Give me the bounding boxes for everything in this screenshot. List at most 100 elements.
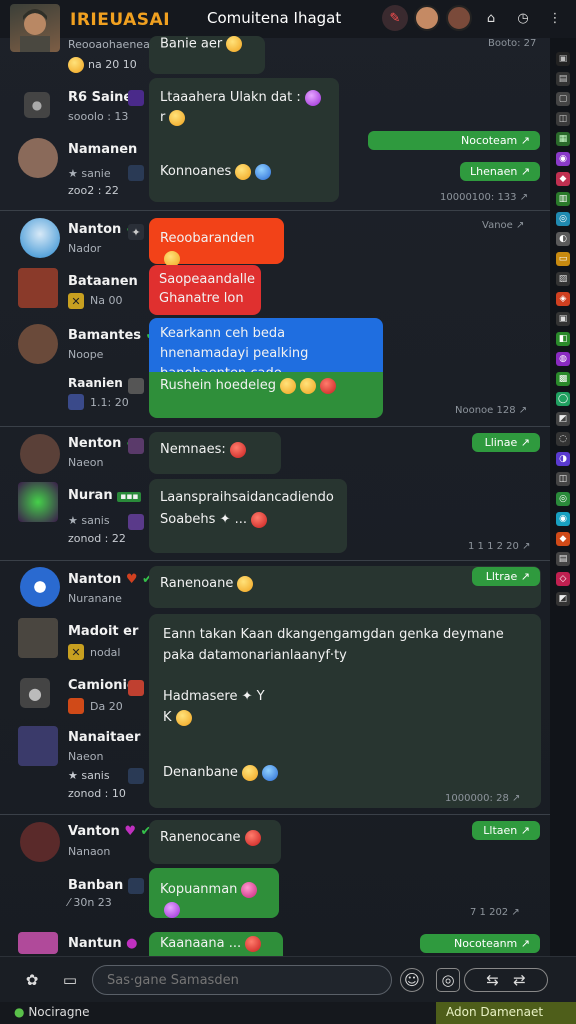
message-bubble: Kearkann ceh beda hnenamadayi pealking b… [149,318,383,381]
rail-icon-14[interactable]: ▣ [556,312,570,326]
top-icons: ✎ ⌂ ◷ ⋮ [382,5,568,31]
rail-icon-26[interactable]: ▤ [556,552,570,566]
message-bubble: Reoobaranden [149,218,284,267]
badge-icon [128,878,144,894]
message-input[interactable] [92,965,392,995]
clock-icon[interactable]: ◷ [510,5,536,31]
status-pill[interactable]: Nocoteanm ↗ [420,934,540,953]
timestamp: 7 1 202 ↗ [470,907,520,918]
rail-icon-13[interactable]: ◈ [556,292,570,306]
user-sub: Na 00 [90,294,123,307]
status-pill[interactable]: Lltrae ↗ [472,567,540,586]
rail-icon-10[interactable]: ◐ [556,232,570,246]
rail-icon-18[interactable]: ◯ [556,392,570,406]
divider [0,814,550,815]
rail-icon-11[interactable]: ▭ [556,252,570,266]
profile-avatar[interactable] [10,4,60,52]
message-bubble: Eann takan Kaan dkangengamgdan genka dey… [149,614,541,808]
rail-icon-7[interactable]: ◆ [556,172,570,186]
mute-icon[interactable]: ✎ [382,5,408,31]
message-bubble: Kaanaana ... [149,932,283,956]
timestamp: Vanoe ↗ [482,220,525,231]
user-stat: ★ sanis [68,769,110,782]
badge-icon: ✕ [68,644,84,660]
status-left: ● Nociragne [14,1005,90,1019]
rail-icon-4[interactable]: ◫ [556,112,570,126]
user-name: Nantun ● [68,936,138,951]
user-sub: Nanaon [68,845,111,858]
rail-icon-15[interactable]: ◧ [556,332,570,346]
member-avatar-1[interactable] [414,5,440,31]
user-name: Bamantes ✔ [68,328,156,343]
user-sub: ★ sanie [68,167,111,180]
divider [0,426,550,427]
badge-icon [128,165,144,181]
user-stat: zonod : 22 [68,532,126,545]
status-pill[interactable]: Llinae ↗ [472,433,540,452]
app-brand: IRIEUASAI [70,10,171,30]
user-name: Nanaitaer [68,730,141,745]
rail-icon-21[interactable]: ◑ [556,452,570,466]
badge-icon: ✕ [68,293,84,309]
badge-icon [128,680,144,696]
badge-icon [68,394,84,410]
user-name: Nanton ✔ [68,222,137,237]
book-icon[interactable]: ▭ [58,968,82,992]
rail-icon-16[interactable]: ◍ [556,352,570,366]
status-pill[interactable]: Lhenaen ↗ [460,162,540,181]
user-name: Namanen [68,142,138,157]
message-bubble: Nemnaes: [149,432,281,474]
rail-icon-24[interactable]: ◉ [556,512,570,526]
user-icon: ● [24,92,50,118]
rail-icon-23[interactable]: ◎ [556,492,570,506]
rail-icon-27[interactable]: ◇ [556,572,570,586]
user-icon: ● [20,678,50,708]
rail-icon-6[interactable]: ◉ [556,152,570,166]
attach-icon[interactable]: ◎ [436,968,460,992]
rail-icon-25[interactable]: ◆ [556,532,570,546]
rail-icon-17[interactable]: ▩ [556,372,570,386]
status-pill[interactable]: Nocoteam ↗ [368,131,540,150]
rail-icon-20[interactable]: ◌ [556,432,570,446]
rail-icon-1[interactable]: ▣ [556,52,570,66]
user-name: Vanton ♥ ✔ [68,824,152,839]
message-bubble: Ltaaahera Ulakn dat : r Konnoanes [149,78,339,202]
rail-icon-3[interactable]: ▢ [556,92,570,106]
badge-icon [68,698,84,714]
emoji-icon[interactable]: ☺ [400,968,424,992]
user-sub: sooolo : 13 [68,110,129,123]
user-sub: ★ sanis [68,514,110,527]
top-bar: IRIEUASAI Comuitena Ihagat ✎ ⌂ ◷ ⋮ [0,0,576,52]
badge-icon [128,438,144,454]
rail-icon-12[interactable]: ▨ [556,272,570,286]
rail-icon-28[interactable]: ◩ [556,592,570,606]
user-name: Banban [68,878,124,893]
send-actions[interactable]: ⇆ ⇄ [464,968,548,992]
user-avatar[interactable]: ● [20,678,50,708]
rail-icon-19[interactable]: ◩ [556,412,570,426]
badge-icon: ✦ [128,224,144,240]
user-name: Nenton ✔ [68,436,137,451]
more-icon[interactable]: ⋮ [542,5,568,31]
status-right[interactable]: Adon Damenaet [436,1002,576,1024]
status-pill[interactable]: Lltaen ↗ [472,821,540,840]
message-bubble: Rushein hoedeleg [149,372,383,418]
chat-app: IRIEUASAI Comuitena Ihagat ✎ ⌂ ◷ ⋮ ▣ ▤ ▢… [0,0,576,1024]
user-name: Nanton ♥ ✔ [68,572,153,587]
home-icon[interactable]: ⌂ [478,5,504,31]
member-avatar-2[interactable] [446,5,472,31]
rail-icon-9[interactable]: ◎ [556,212,570,226]
user-name: Madoit er [68,624,139,639]
user-sub: 1.1: 20 [90,396,129,409]
user-sub: Noope [68,348,104,361]
rail-icon-22[interactable]: ◫ [556,472,570,486]
rail-icon-8[interactable]: ▥ [556,192,570,206]
message-bubble: Banie aer [149,36,265,74]
rail-icon-5[interactable]: ▦ [556,132,570,146]
user-avatar[interactable]: ● [22,92,50,118]
rail-icon-2[interactable]: ▤ [556,72,570,86]
user-sub: Naeon [68,750,104,763]
settings-icon[interactable]: ✿ [20,968,44,992]
user-stat: zoo2 : 22 [68,184,119,197]
user-sub: Reooaohaenea [68,38,150,51]
